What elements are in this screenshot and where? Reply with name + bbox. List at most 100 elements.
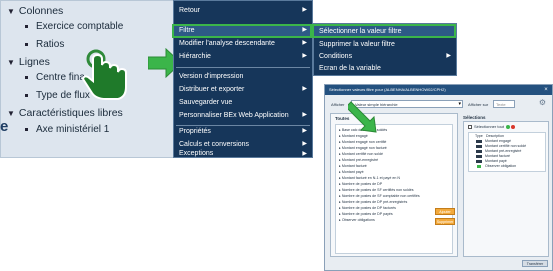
column-header: Type bbox=[475, 134, 483, 138]
menu-item-retour[interactable]: Retour ▶ bbox=[174, 4, 312, 17]
display-on-value: Texte bbox=[496, 102, 506, 107]
tree-group-label: Caractéristiques libres bbox=[18, 107, 123, 119]
triangle-down-icon: ▼ bbox=[7, 109, 15, 118]
type-marker bbox=[476, 155, 482, 158]
display-label: Afficher bbox=[331, 102, 345, 107]
list-item[interactable]: ▸ Nombre de postes de SF certifiés non s… bbox=[339, 188, 414, 192]
all-values-panel: Toutes ▸ Base calc des D. non soldés ▸ M… bbox=[330, 113, 458, 257]
tree-item-ratios[interactable]: Ratios bbox=[25, 39, 64, 50]
list-item[interactable]: ▸ Nombre de postes de DP payés bbox=[339, 212, 393, 216]
tree-item-label: Exercice comptable bbox=[36, 21, 124, 32]
select-all-row[interactable]: Sélectionner tout bbox=[468, 124, 516, 129]
submenu-item-variable-screen[interactable]: Ecran de la variable bbox=[314, 62, 456, 75]
display-on-label: Afficher sur bbox=[468, 102, 489, 107]
menu-item-modifier-analyse[interactable]: Modifier l'analyse descendante ▶ bbox=[174, 37, 312, 50]
list-item[interactable]: ▸ Nombre de postes de SF comptable non c… bbox=[339, 194, 420, 198]
menu-separator bbox=[176, 67, 310, 68]
row-description: Montant engagé bbox=[485, 139, 511, 143]
menu-item-label: Modifier l'analyse descendante bbox=[179, 40, 275, 47]
bullet-icon bbox=[25, 24, 28, 28]
remove-button[interactable]: Supprimer bbox=[435, 218, 455, 225]
list-item[interactable]: ▸ Observer obligations bbox=[339, 218, 375, 222]
list-item[interactable]: ▸ Montant facturé bbox=[339, 164, 367, 168]
settings-icon[interactable]: ⚙ bbox=[539, 98, 546, 107]
tree-group-free-chars[interactable]: ▼ Caractéristiques libres bbox=[7, 107, 123, 119]
menu-item-label: Version d'impression bbox=[179, 73, 244, 80]
checkbox-icon[interactable] bbox=[468, 124, 472, 129]
red-dot-icon[interactable] bbox=[511, 124, 516, 129]
row-description: Montant certifié non soldé bbox=[485, 144, 527, 148]
chevron-down-icon: ▾ bbox=[458, 101, 461, 107]
triangle-right-icon: ▶ bbox=[302, 128, 307, 134]
menu-item-label: Conditions bbox=[319, 53, 353, 60]
close-icon[interactable]: × bbox=[542, 86, 550, 94]
list-item[interactable]: ▸ Montant pré-enregistré bbox=[339, 158, 378, 162]
tree-group-label: Colonnes bbox=[18, 5, 64, 17]
type-marker bbox=[476, 150, 482, 153]
menu-item-proprietes[interactable]: Propriétés ▶ bbox=[174, 125, 312, 138]
list-item[interactable]: ▸ Montant facturé en N-1 et payé en N bbox=[339, 176, 400, 180]
row-description: Observer obligation bbox=[485, 164, 517, 168]
list-item[interactable]: ▸ Nombre de postes de DP pré-enregistrés bbox=[339, 200, 407, 204]
menu-item-label: Hiérarchie bbox=[179, 53, 211, 60]
dialog-title: Sélectionner valeurs filtre pour (ALBENH… bbox=[325, 85, 552, 95]
tree-item-axe[interactable]: Axe ministériel 1 bbox=[25, 124, 109, 135]
menu-item-label: Calculs et conversions bbox=[179, 141, 250, 148]
menu-item-distribuer[interactable]: Distribuer et exporter ▶ bbox=[174, 83, 312, 96]
list-item[interactable]: ▸ Montant payé bbox=[339, 170, 364, 174]
menu-item-label: Personnaliser BEx Web Application bbox=[179, 112, 289, 119]
tree-item-exercice[interactable]: Exercice comptable bbox=[25, 21, 123, 32]
triangle-right-icon: ▶ bbox=[302, 86, 307, 92]
column-header: Description bbox=[486, 134, 504, 138]
list-item[interactable]: ▸ Montant engagé non facturé bbox=[339, 146, 387, 150]
list-item[interactable]: ▸ Montant certifié non soldé bbox=[339, 152, 383, 156]
row-description: Montant payé bbox=[485, 159, 507, 163]
submenu-highlight-frame bbox=[312, 24, 456, 38]
bullet-icon bbox=[25, 75, 28, 79]
triangle-right-icon: ▶ bbox=[302, 40, 307, 46]
row-description: Montant pré-enregistré bbox=[485, 149, 522, 153]
menu-item-exceptions[interactable]: Exceptions ▶ bbox=[174, 149, 312, 159]
triangle-down-icon: ▼ bbox=[7, 58, 15, 67]
list-item[interactable]: ▸ Montant engagé bbox=[339, 134, 368, 138]
table-row[interactable]: Observer obligation bbox=[469, 164, 545, 169]
row-description: Montant facturé bbox=[485, 154, 510, 158]
selections-panel: Sélectionner tout Type Description Monta… bbox=[463, 121, 549, 257]
cut-off-letter: e bbox=[0, 118, 9, 135]
green-dot-icon[interactable] bbox=[506, 124, 511, 129]
menu-item-sauvegarder-vue[interactable]: Sauvegarder vue bbox=[174, 96, 312, 109]
menu-item-personnaliser[interactable]: Personnaliser BEx Web Application ▶ bbox=[174, 109, 312, 122]
tree-group-rows[interactable]: ▼ Lignes bbox=[7, 56, 50, 68]
menu-item-label: Supprimer la valeur filtre bbox=[319, 41, 395, 48]
tree-group-columns[interactable]: ▼ Colonnes bbox=[7, 5, 63, 17]
selections-table: Type Description Montant engagé Montant … bbox=[468, 132, 546, 172]
menu-item-label: Propriétés bbox=[179, 128, 211, 135]
hand-pointer-icon bbox=[81, 49, 127, 100]
triangle-down-icon: ▼ bbox=[7, 7, 15, 16]
tree-item-label: Axe ministériel 1 bbox=[36, 124, 110, 135]
list-item[interactable]: ▸ Montant engagé non certifié bbox=[339, 140, 386, 144]
menu-item-hierarchie[interactable]: Hiérarchie ▶ bbox=[174, 50, 312, 63]
tree-group-label: Lignes bbox=[18, 56, 50, 68]
type-marker bbox=[476, 145, 482, 148]
bullet-icon bbox=[25, 127, 28, 131]
all-values-list: ▸ Base calc des D. non soldés ▸ Montant … bbox=[335, 124, 453, 254]
transfer-button[interactable]: Transférer bbox=[522, 260, 548, 267]
select-all-label: Sélectionner tout bbox=[474, 124, 505, 129]
type-marker bbox=[477, 165, 481, 168]
type-marker bbox=[476, 160, 482, 163]
menu-item-label: Distribuer et exporter bbox=[179, 86, 245, 93]
menu-item-label: Ecran de la variable bbox=[319, 65, 381, 72]
triangle-right-icon: ▶ bbox=[302, 53, 307, 59]
menu-item-label: Retour bbox=[179, 7, 201, 14]
green-arrow-down-icon bbox=[348, 101, 377, 133]
triangle-right-icon: ▶ bbox=[302, 112, 307, 118]
list-item[interactable]: ▸ Nombre de postes de DP bbox=[339, 182, 382, 186]
display-on-select[interactable]: Texte bbox=[493, 100, 515, 108]
tree-item-centre[interactable]: Centre fina bbox=[25, 72, 85, 83]
add-button[interactable]: Ajouter bbox=[435, 208, 455, 215]
list-item[interactable]: ▸ Nombre de postes de DP facturés bbox=[339, 206, 396, 210]
triangle-right-icon: ▶ bbox=[302, 151, 307, 157]
menu-item-label: Sauvegarder vue bbox=[179, 99, 233, 106]
menu-item-version-impression[interactable]: Version d'impression bbox=[174, 70, 312, 83]
